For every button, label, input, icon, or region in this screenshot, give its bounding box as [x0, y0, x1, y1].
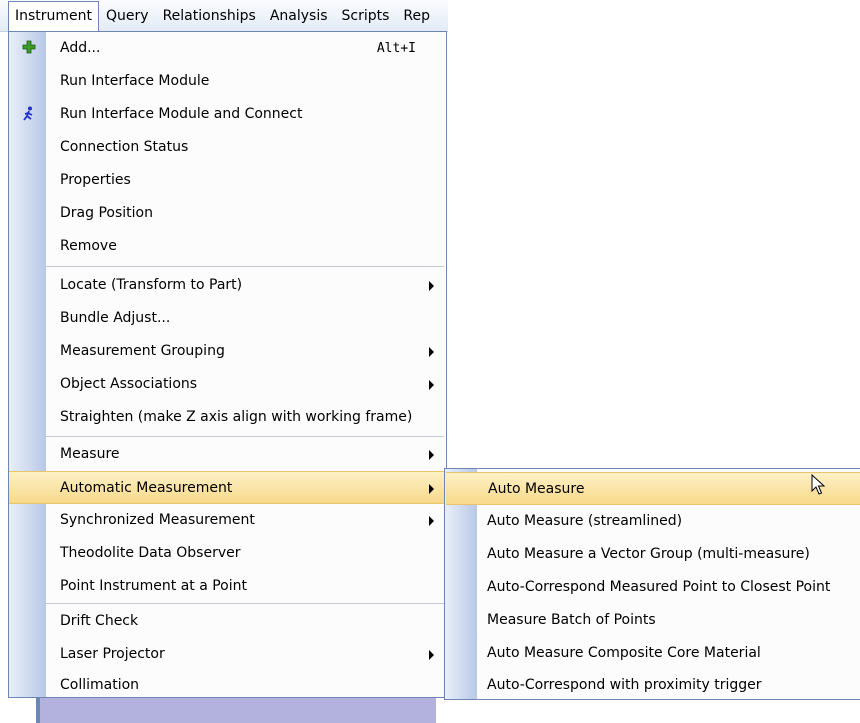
menu-item-synchronized-measurement[interactable]: Synchronized Measurement	[9, 504, 446, 537]
submenu-item-proximity-trigger[interactable]: Auto-Correspond with proximity trigger	[445, 669, 860, 702]
menu-item-label: Properties	[60, 172, 131, 188]
shortcut-label: Alt+I	[376, 41, 416, 56]
menu-item-label: Auto Measure	[488, 481, 585, 497]
menu-item-drag-position[interactable]: Drag Position	[9, 197, 446, 230]
menu-item-theodolite-data-observer[interactable]: Theodolite Data Observer	[9, 537, 446, 570]
menu-item-locate[interactable]: Locate (Transform to Part)	[9, 269, 446, 302]
submenu-arrow-icon	[429, 450, 434, 460]
submenu-arrow-icon	[429, 347, 434, 357]
menu-item-label: Auto Measure (streamlined)	[487, 513, 683, 529]
automatic-measurement-submenu: Auto Measure Auto Measure (streamlined) …	[444, 468, 860, 700]
menu-bar: Instrument Query Relationships Analysis …	[0, 0, 448, 32]
menu-reports[interactable]: Rep	[396, 1, 437, 31]
menu-item-label: Auto-Correspond Measured Point to Closes…	[487, 579, 831, 595]
background-window-edge	[36, 698, 436, 723]
menu-item-label: Point Instrument at a Point	[60, 578, 247, 594]
menu-item-run-interface-module[interactable]: Run Interface Module	[9, 65, 446, 98]
running-man-icon	[21, 106, 37, 122]
menu-scripts[interactable]: Scripts	[335, 1, 397, 31]
menu-item-properties[interactable]: Properties	[9, 164, 446, 197]
menu-item-label: Run Interface Module and Connect	[60, 106, 303, 122]
menu-item-remove[interactable]: Remove	[9, 230, 446, 263]
menu-instrument[interactable]: Instrument	[8, 1, 100, 31]
menu-item-measurement-grouping[interactable]: Measurement Grouping	[9, 335, 446, 368]
menu-item-bundle-adjust[interactable]: Bundle Adjust...	[9, 302, 446, 335]
menu-separator	[46, 436, 444, 437]
submenu-item-composite-core[interactable]: Auto Measure Composite Core Material	[445, 637, 860, 670]
instrument-dropdown-menu: Add... Alt+I Run Interface Module Run In…	[8, 31, 447, 698]
menu-item-straighten[interactable]: Straighten (make Z axis align with worki…	[9, 401, 446, 434]
menu-item-label: Automatic Measurement	[60, 480, 233, 496]
menu-item-label: Remove	[60, 238, 117, 254]
menu-item-run-interface-module-connect[interactable]: Run Interface Module and Connect	[9, 98, 446, 131]
menu-item-automatic-measurement[interactable]: Automatic Measurement	[9, 471, 446, 504]
menu-item-label: Auto Measure a Vector Group (multi-measu…	[487, 546, 810, 562]
menu-item-label: Measure Batch of Points	[487, 612, 656, 628]
add-plus-icon	[21, 40, 37, 56]
menu-item-object-associations[interactable]: Object Associations	[9, 368, 446, 401]
menu-item-add[interactable]: Add... Alt+I	[9, 32, 446, 65]
submenu-item-auto-measure-streamlined[interactable]: Auto Measure (streamlined)	[445, 505, 860, 538]
menu-item-label: Drift Check	[60, 613, 139, 629]
menu-item-label: Auto Measure Composite Core Material	[487, 645, 761, 661]
menu-item-connection-status[interactable]: Connection Status	[9, 131, 446, 164]
submenu-arrow-icon	[429, 484, 434, 494]
menu-item-drift-check[interactable]: Drift Check	[9, 605, 446, 638]
menu-item-label: Add...	[60, 40, 101, 56]
menu-item-label: Synchronized Measurement	[60, 512, 255, 528]
submenu-arrow-icon	[429, 516, 434, 526]
submenu-item-measure-batch[interactable]: Measure Batch of Points	[445, 604, 860, 637]
menu-item-label: Run Interface Module	[60, 73, 210, 89]
menu-separator	[46, 266, 444, 267]
submenu-item-auto-measure[interactable]: Auto Measure	[446, 472, 860, 505]
menu-analysis[interactable]: Analysis	[263, 1, 335, 31]
submenu-item-auto-correspond-closest[interactable]: Auto-Correspond Measured Point to Closes…	[445, 571, 860, 604]
menu-item-measure[interactable]: Measure	[9, 438, 446, 471]
menu-query[interactable]: Query	[99, 1, 156, 31]
submenu-arrow-icon	[429, 281, 434, 291]
menu-item-point-instrument[interactable]: Point Instrument at a Point	[9, 570, 446, 603]
menu-item-label: Measure	[60, 446, 120, 462]
menu-item-label: Drag Position	[60, 205, 153, 221]
menu-item-label: Bundle Adjust...	[60, 310, 171, 326]
submenu-arrow-icon	[429, 380, 434, 390]
window-edge-stripe	[36, 698, 40, 723]
submenu-arrow-icon	[429, 650, 434, 660]
menu-relationships[interactable]: Relationships	[156, 1, 263, 31]
menu-item-label: Laser Projector	[60, 646, 165, 662]
menu-item-label: Connection Status	[60, 139, 189, 155]
menu-item-label: Auto-Correspond with proximity trigger	[487, 677, 762, 693]
menu-item-label: Object Associations	[60, 376, 198, 392]
mouse-pointer-icon	[811, 474, 825, 495]
menu-item-label: Measurement Grouping	[60, 343, 225, 359]
menu-item-label: Straighten (make Z axis align with worki…	[60, 409, 413, 425]
menu-separator	[46, 603, 444, 604]
menu-item-laser-projector[interactable]: Laser Projector	[9, 638, 446, 671]
submenu-item-auto-measure-vector-group[interactable]: Auto Measure a Vector Group (multi-measu…	[445, 538, 860, 571]
menu-item-label: Theodolite Data Observer	[60, 545, 241, 561]
menu-item-label: Locate (Transform to Part)	[60, 277, 243, 293]
